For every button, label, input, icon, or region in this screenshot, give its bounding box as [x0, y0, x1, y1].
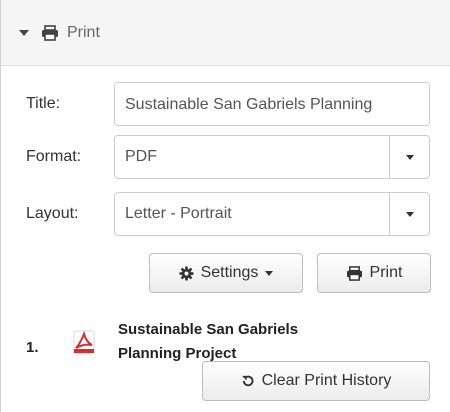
print-widget: Print Title: Sustainable San Gabriels Pl…	[0, 0, 450, 412]
format-select-value: PDF	[125, 148, 157, 165]
caret-down-icon[interactable]	[19, 29, 29, 36]
format-dropdown-button[interactable]	[389, 136, 429, 178]
print-button-label: Print	[369, 264, 403, 281]
title-input[interactable]: Sustainable San Gabriels Planning	[114, 82, 430, 126]
format-select[interactable]: PDF	[114, 135, 430, 179]
layout-label: Layout:	[26, 205, 79, 222]
layout-select[interactable]: Letter - Portrait	[114, 192, 430, 236]
printer-icon	[42, 24, 58, 41]
settings-button[interactable]: Settings	[149, 253, 303, 293]
settings-button-label: Settings	[200, 264, 259, 281]
print-panel-header[interactable]: Print	[1, 0, 450, 66]
clear-print-history-button[interactable]: Clear Print History	[202, 361, 430, 401]
title-label: Title:	[26, 95, 61, 112]
print-button[interactable]: Print	[317, 253, 431, 293]
printer-icon	[346, 265, 362, 281]
chevron-down-icon	[405, 154, 414, 160]
layout-select-value: Letter - Portrait	[125, 205, 232, 222]
layout-dropdown-button[interactable]	[389, 193, 429, 235]
title-row: Title: Sustainable San Gabriels Planning	[0, 82, 450, 126]
gear-icon	[179, 265, 194, 281]
undo-history-icon	[241, 375, 254, 387]
history-item-number: 1.	[26, 339, 39, 356]
pdf-file-icon[interactable]	[73, 330, 95, 354]
panel-title: Print	[67, 23, 100, 41]
format-label: Format:	[26, 148, 82, 165]
layout-row: Layout: Letter - Portrait	[0, 192, 450, 236]
chevron-down-icon	[405, 211, 414, 217]
format-row: Format: PDF	[0, 135, 450, 179]
clear-history-label: Clear Print History	[261, 372, 392, 389]
caret-down-icon	[265, 270, 274, 276]
